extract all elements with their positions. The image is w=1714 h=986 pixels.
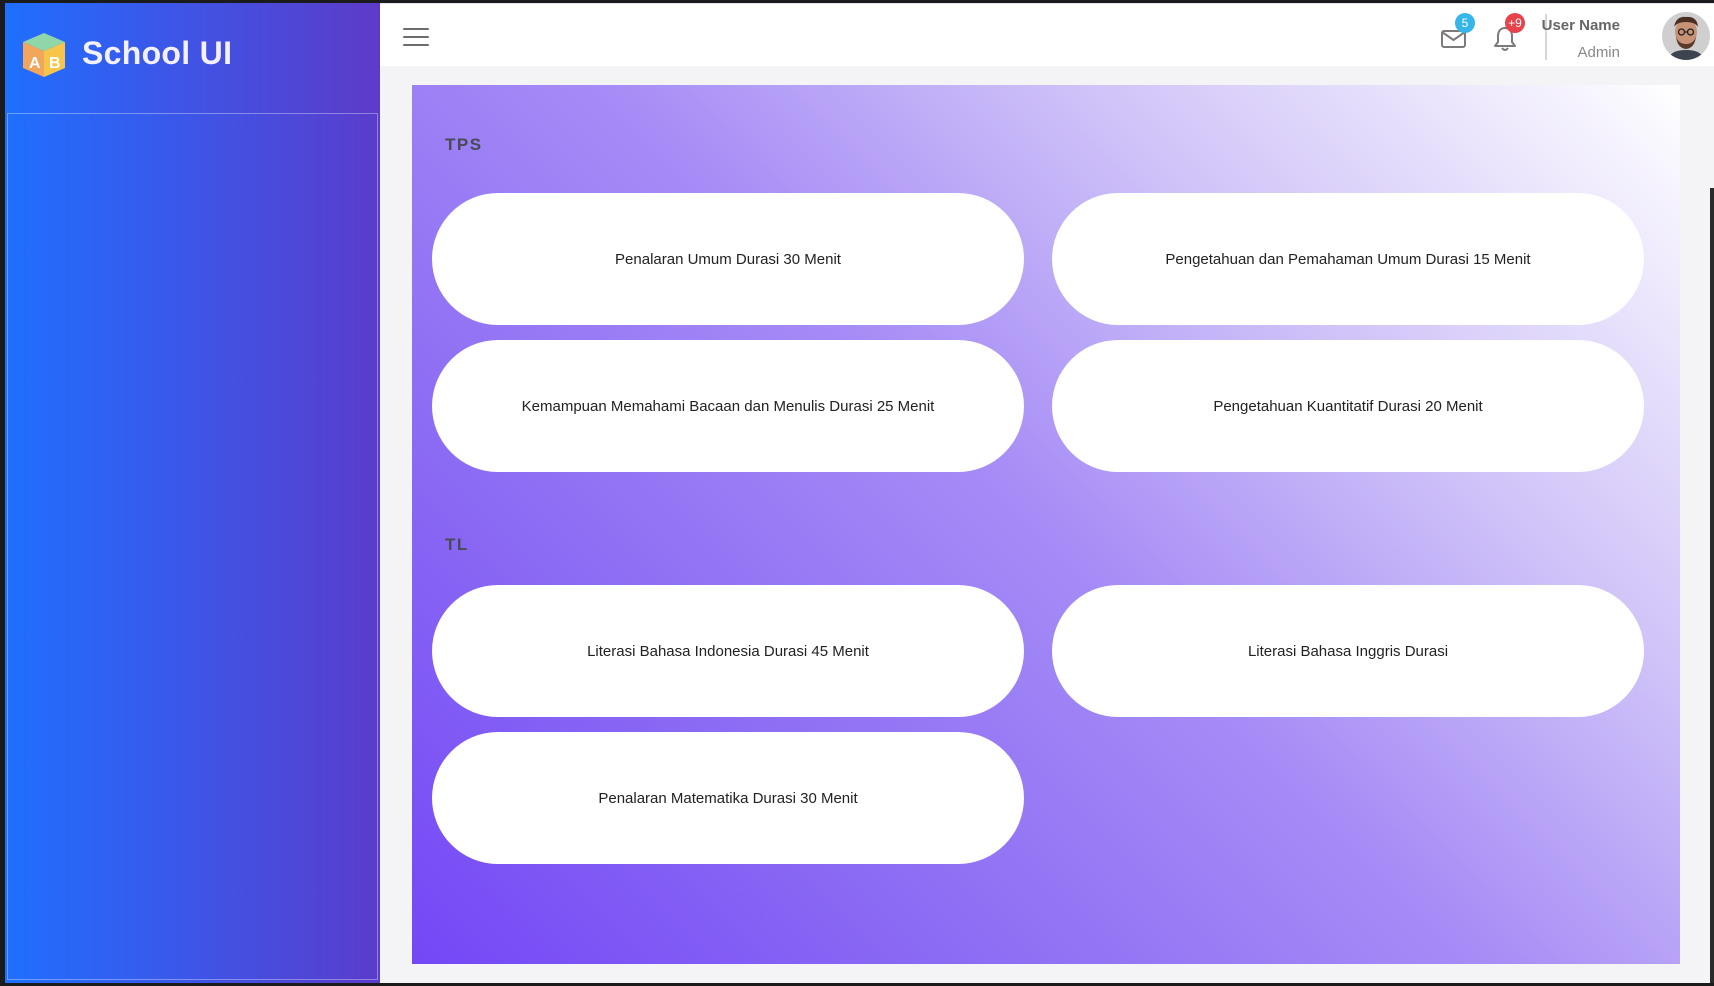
menu-toggle-icon[interactable]	[403, 28, 429, 48]
test-card-label: Literasi Bahasa Inggris Durasi	[1247, 642, 1449, 660]
test-card-label: Kemampuan Memahami Bacaan dan Menulis Du…	[521, 397, 935, 415]
abc-blocks-logo-icon: A B	[23, 33, 65, 77]
test-card[interactable]: Penalaran Matematika Durasi 30 Menit	[432, 732, 1024, 864]
app-title: School UI	[82, 35, 233, 71]
app-window: A B School UI 5 +9 User Name Admin TPS P…	[5, 3, 1714, 983]
test-card[interactable]: Pengetahuan Kuantitatif Durasi 20 Menit	[1052, 340, 1644, 472]
test-card-label: Penalaran Umum Durasi 30 Menit	[615, 250, 841, 268]
test-card[interactable]: Penalaran Umum Durasi 30 Menit	[432, 193, 1024, 325]
main-content: TPS Penalaran Umum Durasi 30 Menit Penge…	[412, 85, 1680, 964]
test-card[interactable]: Literasi Bahasa Inggris Durasi	[1052, 585, 1644, 717]
top-bar: 5 +9 User Name Admin	[380, 3, 1714, 66]
user-avatar[interactable]	[1662, 12, 1710, 60]
test-card-label: Pengetahuan dan Pemahaman Umum Durasi 15…	[1165, 250, 1531, 268]
mail-count-badge: 5	[1455, 13, 1475, 33]
svg-text:B: B	[49, 55, 61, 72]
user-name: User Name	[1541, 17, 1620, 34]
sidebar: A B School UI	[5, 3, 380, 983]
user-role: Admin	[1577, 44, 1620, 61]
test-card[interactable]: Literasi Bahasa Indonesia Durasi 45 Meni…	[432, 585, 1024, 717]
test-card[interactable]: Kemampuan Memahami Bacaan dan Menulis Du…	[432, 340, 1024, 472]
section-title-tps: TPS	[445, 135, 483, 154]
test-card-label: Penalaran Matematika Durasi 30 Menit	[598, 789, 858, 807]
svg-text:A: A	[29, 55, 41, 72]
window-edge	[1710, 188, 1714, 983]
test-card[interactable]: Pengetahuan dan Pemahaman Umum Durasi 15…	[1052, 193, 1644, 325]
notification-count-badge: +9	[1505, 13, 1525, 33]
sidebar-menu-panel	[7, 113, 378, 980]
section-title-tl: TL	[445, 535, 469, 554]
brand[interactable]: A B School UI	[5, 3, 380, 113]
test-card-label: Literasi Bahasa Indonesia Durasi 45 Meni…	[587, 642, 869, 660]
test-card-label: Pengetahuan Kuantitatif Durasi 20 Menit	[1213, 397, 1483, 415]
